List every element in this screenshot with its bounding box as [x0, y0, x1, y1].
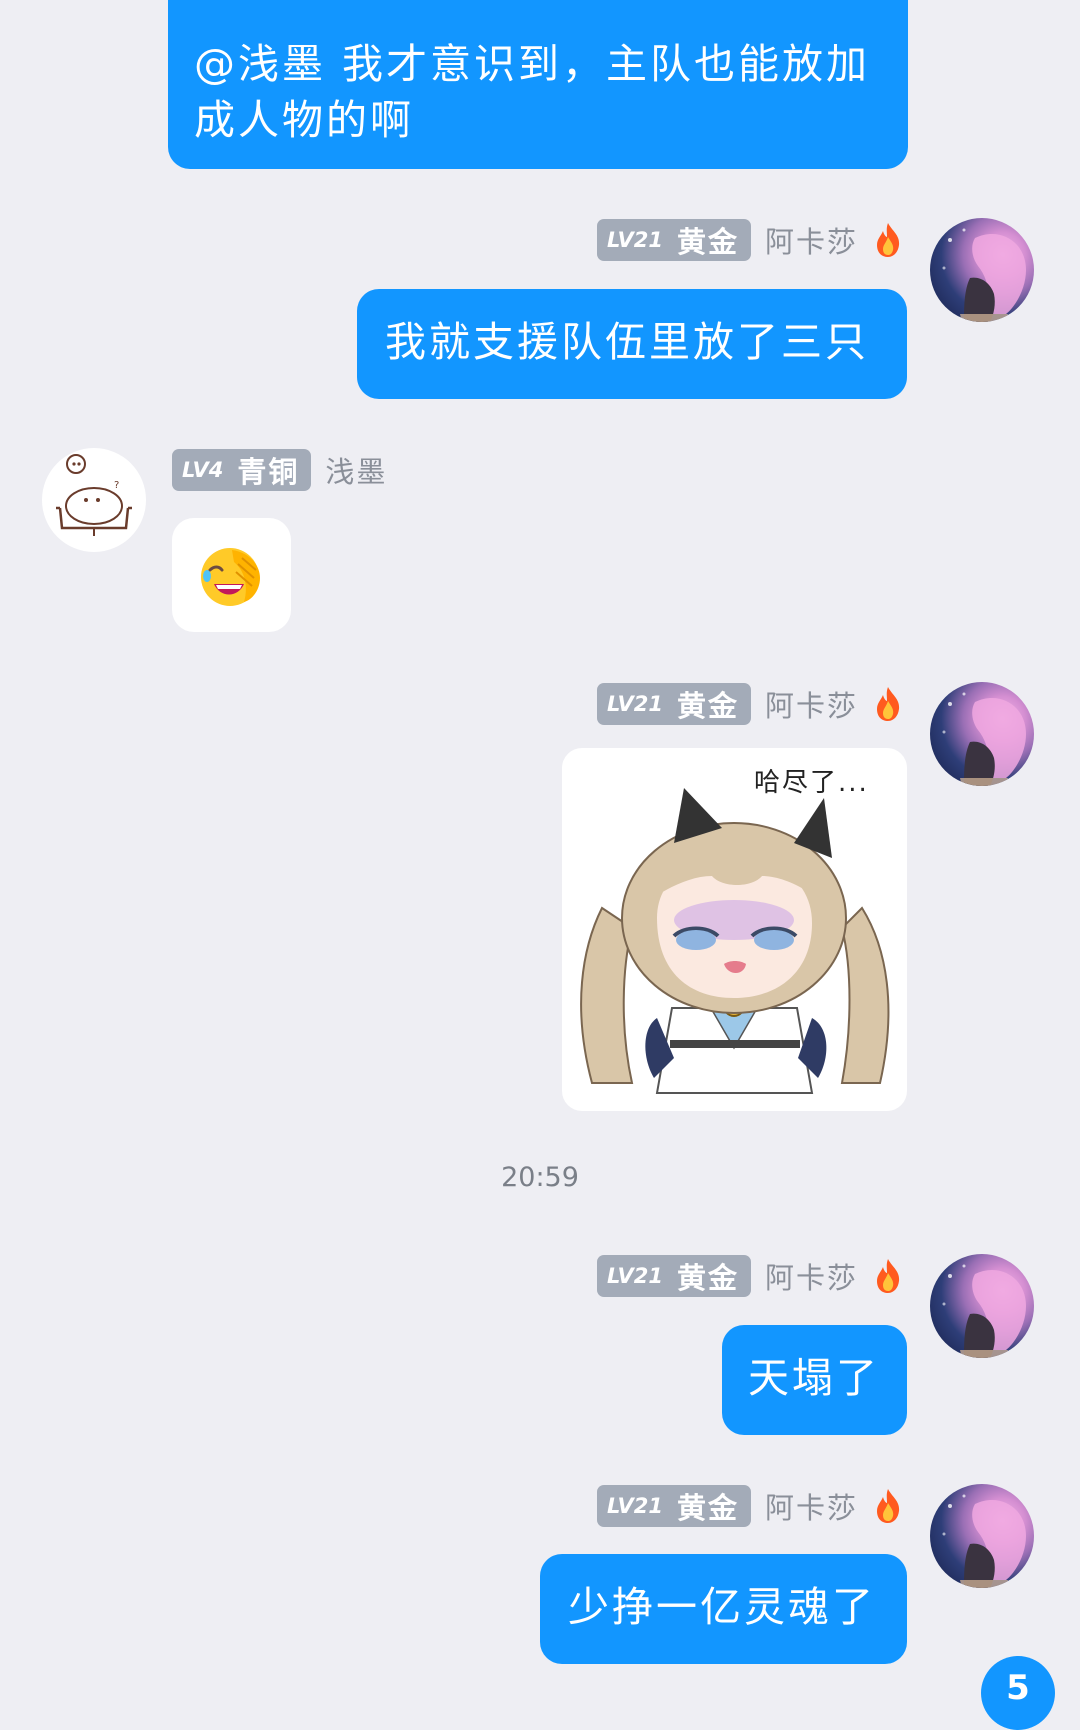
sender-row: LV21 黄金 阿卡莎: [597, 1484, 904, 1528]
level-badge: LV4 青铜: [172, 449, 312, 491]
level-label: LV21: [607, 692, 663, 716]
rank-label: 黄金: [676, 1261, 739, 1295]
avatar-image: [942, 228, 1026, 322]
fire-icon: [877, 1259, 900, 1293]
sender-row: LV21 黄金 阿卡莎: [597, 218, 904, 262]
level-label: LV21: [607, 228, 663, 252]
svg-text:?: ?: [114, 480, 119, 491]
level-badge: LV21 黄金: [597, 1255, 751, 1297]
message-bubble-2[interactable]: 我就支援队伍里放了三只: [357, 289, 907, 399]
unread-count-badge[interactable]: 5: [981, 1656, 1055, 1730]
rank-label: 黄金: [676, 225, 739, 259]
rank-label: 青铜: [237, 455, 300, 489]
message-timestamp: 20:59: [501, 1162, 579, 1193]
sender-name[interactable]: 浅墨: [325, 449, 387, 491]
avatar[interactable]: [930, 218, 1034, 322]
fire-icon: [877, 1489, 900, 1523]
message-text: 我就支援队伍里放了三只: [385, 318, 869, 366]
avatar-image: [942, 692, 1026, 786]
sender-row: LV21 黄金 阿卡莎: [597, 1254, 904, 1298]
sticker-caption: 哈尽了...: [754, 768, 869, 798]
facepalm-laugh-icon: [201, 548, 260, 606]
sender-name[interactable]: 阿卡莎: [765, 683, 858, 725]
sender-name[interactable]: 阿卡莎: [765, 219, 858, 261]
message-bubble-3[interactable]: [172, 518, 291, 632]
message-text: @浅墨 我才意识到，主队也能放加成人物的啊: [194, 40, 871, 144]
message-bubble-6[interactable]: 少挣一亿灵魂了: [540, 1554, 907, 1664]
avatar-image: [942, 1494, 1026, 1588]
level-label: LV21: [607, 1494, 663, 1518]
sender-name[interactable]: 阿卡莎: [765, 1255, 858, 1297]
avatar[interactable]: [930, 1254, 1034, 1358]
message-bubble-5[interactable]: 天塌了: [722, 1325, 907, 1435]
avatar-image: ?: [56, 454, 132, 536]
sender-row: LV21 黄金 阿卡莎: [597, 682, 904, 726]
sticker-message[interactable]: 哈尽了...: [562, 748, 907, 1111]
sticker-image: [580, 788, 890, 1094]
avatar[interactable]: [930, 682, 1034, 786]
level-badge: LV21 黄金: [597, 1485, 751, 1527]
message-bubble-1[interactable]: @浅墨 我才意识到，主队也能放加成人物的啊: [168, 0, 908, 169]
sender-row: LV4 青铜 浅墨: [172, 448, 387, 492]
avatar[interactable]: [930, 1484, 1034, 1588]
sender-name[interactable]: 阿卡莎: [765, 1485, 858, 1527]
fire-icon: [877, 687, 900, 721]
message-text: 天塌了: [748, 1354, 880, 1402]
level-label: LV4: [182, 458, 224, 482]
avatar-image: [942, 1264, 1026, 1358]
fire-icon: [877, 223, 900, 257]
level-badge: LV21 黄金: [597, 219, 751, 261]
message-text: 少挣一亿灵魂了: [568, 1583, 876, 1631]
avatar[interactable]: ?: [42, 448, 146, 552]
level-label: LV21: [607, 1264, 663, 1288]
rank-label: 黄金: [676, 689, 739, 723]
level-badge: LV21 黄金: [597, 683, 751, 725]
rank-label: 黄金: [676, 1491, 739, 1525]
